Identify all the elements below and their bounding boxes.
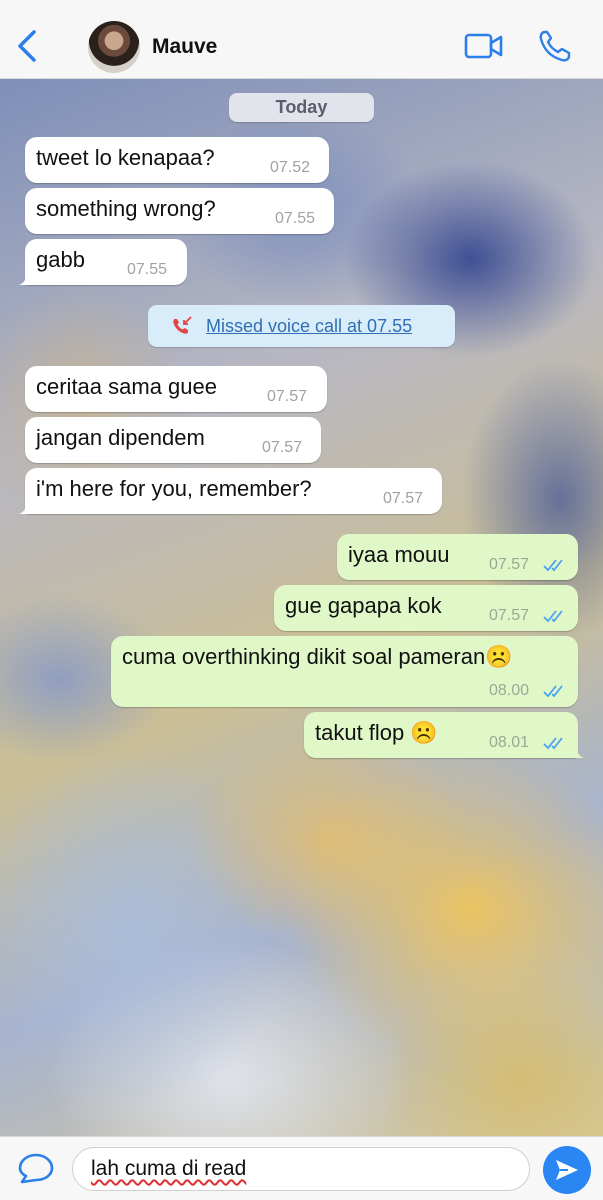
send-button[interactable]	[543, 1146, 591, 1194]
message-text: tweet lo kenapaa?	[36, 145, 215, 170]
message-time: 08.00	[489, 682, 530, 699]
message-text: ceritaa sama guee	[36, 374, 217, 399]
phone-icon	[539, 30, 571, 62]
message-bubble-incoming[interactable]: tweet lo kenapaa? 07.52	[25, 137, 329, 183]
chat-background[interactable]: Today tweet lo kenapaa? 07.52 something …	[0, 79, 603, 1136]
bubble-tail	[19, 271, 33, 285]
chevron-left-icon	[18, 30, 36, 62]
message-bubble-outgoing[interactable]: cuma overthinking dikit soal pameran☹️ 0…	[111, 636, 578, 707]
message-input-text: lah cuma di read	[91, 1157, 247, 1180]
date-separator: Today	[229, 93, 374, 122]
message-time: 07.52	[270, 159, 311, 176]
message-text: gue gapapa kok	[285, 593, 442, 618]
missed-call-icon	[173, 316, 192, 334]
voice-call-button[interactable]	[537, 28, 571, 64]
bubble-tail	[570, 744, 584, 758]
message-bubble-incoming[interactable]: gabb 07.55	[19, 239, 187, 285]
message-bubble-incoming[interactable]: i'm here for you, remember? 07.57	[19, 468, 442, 514]
message-time: 07.57	[262, 439, 303, 456]
read-receipt-icon	[543, 685, 563, 698]
message-bubble-incoming[interactable]: something wrong? 07.55	[25, 188, 334, 234]
avatar[interactable]	[88, 21, 140, 73]
back-button[interactable]	[12, 26, 46, 70]
contact-name[interactable]: Mauve	[152, 35, 217, 59]
message-bubble-outgoing[interactable]: iyaa mouu 07.57	[337, 534, 578, 580]
video-camera-icon	[464, 33, 503, 59]
message-time: 08.01	[489, 734, 530, 751]
missed-call-label[interactable]: Missed voice call at 07.55	[206, 316, 412, 337]
message-bubble-outgoing[interactable]: takut flop ☹️ 08.01	[304, 712, 584, 758]
bubble-tail	[19, 500, 33, 514]
message-text: something wrong?	[36, 196, 216, 221]
read-receipt-icon	[543, 559, 563, 572]
message-time: 07.55	[127, 261, 168, 278]
message-composer: lah cuma di read	[0, 1136, 603, 1200]
message-text: gabb	[36, 247, 85, 272]
message-text: i'm here for you, remember?	[36, 476, 312, 501]
message-time: 07.57	[489, 607, 530, 624]
message-text: jangan dipendem	[36, 425, 205, 450]
message-bubble-incoming[interactable]: ceritaa sama guee 07.57	[25, 366, 327, 412]
message-text: cuma overthinking dikit soal pameran☹️	[122, 644, 513, 669]
message-bubble-outgoing[interactable]: gue gapapa kok 07.57	[274, 585, 578, 631]
message-time: 07.57	[489, 556, 530, 573]
message-text: takut flop ☹️	[315, 720, 438, 745]
message-text: iyaa mouu	[348, 542, 450, 567]
message-input[interactable]: lah cuma di read	[72, 1147, 530, 1191]
missed-call-notice[interactable]: Missed voice call at 07.55	[148, 305, 455, 347]
message-bubble-incoming[interactable]: jangan dipendem 07.57	[25, 417, 321, 463]
video-call-button[interactable]	[464, 30, 504, 62]
speech-bubble-icon	[18, 1153, 54, 1184]
read-receipt-icon	[543, 610, 563, 623]
message-time: 07.57	[383, 490, 424, 507]
send-arrow-icon	[556, 1160, 578, 1180]
message-time: 07.57	[267, 388, 308, 405]
read-receipt-icon	[543, 737, 563, 750]
attach-button[interactable]	[14, 1149, 58, 1189]
message-time: 07.55	[275, 210, 316, 227]
chat-header: Mauve	[0, 0, 603, 79]
